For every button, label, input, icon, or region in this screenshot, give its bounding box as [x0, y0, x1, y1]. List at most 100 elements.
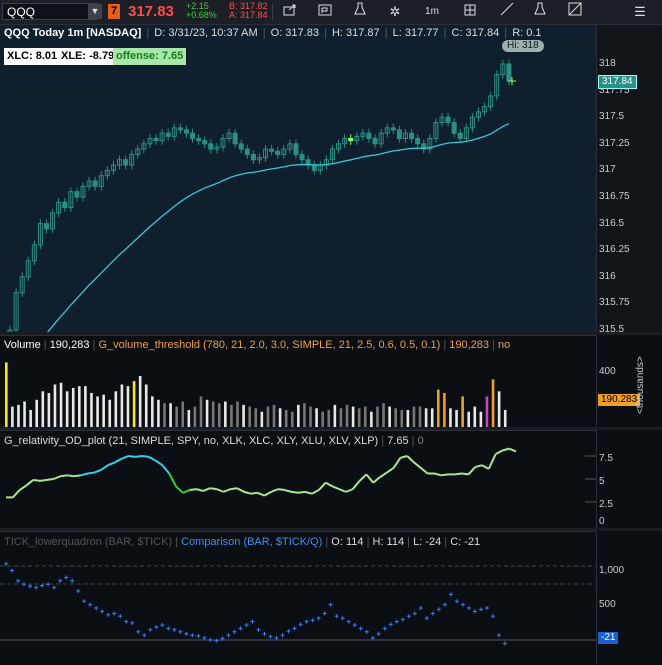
volume-bar	[217, 403, 221, 427]
candle-body	[366, 132, 372, 139]
volume-bar	[351, 406, 355, 427]
candle-body	[190, 132, 196, 139]
volume-bar	[17, 404, 20, 427]
relativity-segment	[311, 489, 320, 495]
candle-body	[348, 137, 354, 142]
volume-bar	[370, 411, 373, 427]
candle-body	[208, 143, 214, 150]
menu-icon[interactable]: ☰	[630, 2, 650, 22]
candle-body	[123, 159, 129, 166]
relativity-segment	[189, 488, 197, 492]
candle-body	[457, 132, 463, 139]
candle-body	[390, 127, 396, 131]
volume-axis[interactable]: 400 190.283 <thousands>	[596, 335, 662, 427]
price-axis[interactable]: 318 317.75 317.5 317.25 317 316.75 316.5 316.25…	[596, 25, 662, 335]
relativity-segment	[209, 487, 217, 491]
relativity-segment	[325, 481, 333, 488]
relativity-segment	[168, 473, 177, 487]
relativity-segment	[236, 487, 245, 493]
relativity-segment	[87, 471, 95, 475]
volume-bar	[11, 406, 14, 427]
relativity-segment	[467, 466, 476, 476]
volume-bar	[479, 411, 483, 427]
relativity-segment	[155, 459, 163, 467]
candle-body	[250, 153, 256, 161]
interval-button[interactable]: 1m	[420, 2, 444, 22]
tick-current-tag: -21	[598, 632, 619, 644]
relativity-segment	[413, 461, 422, 469]
volume-bar	[71, 387, 75, 427]
chevron-down-icon[interactable]: ▼	[88, 4, 102, 19]
price-axis-label: 317	[599, 164, 616, 176]
relativity-segment	[338, 488, 347, 493]
relativity-segment	[392, 457, 402, 469]
relativity-segment	[454, 472, 462, 476]
share-icon[interactable]	[280, 2, 300, 22]
relativity-pane[interactable]: G_relativity_OD_plot (21, SIMPLE, SPY, n…	[0, 430, 596, 529]
volume-bar	[388, 406, 391, 427]
price-axis-label: 316.25	[599, 244, 630, 256]
volume-bar	[303, 403, 306, 427]
volume-bar	[449, 408, 452, 427]
flask-icon[interactable]	[350, 2, 370, 22]
relativity-axis[interactable]: 7.5 5 2.5 0	[596, 430, 662, 528]
relativity-segment	[121, 455, 129, 460]
volume-bar	[278, 408, 282, 427]
candle-body	[177, 127, 183, 131]
volume-bar	[406, 410, 410, 427]
relativity-segment	[135, 455, 143, 458]
volume-bar	[382, 403, 385, 427]
symbol-input[interactable]: QQQ	[2, 3, 98, 20]
volume-bar	[376, 406, 379, 427]
pct-change-value: +0.68%	[186, 10, 217, 20]
relativity-segment	[474, 464, 483, 469]
relativity-axis-label-5: 5	[599, 476, 605, 487]
volume-axis-label: 400	[599, 366, 616, 377]
volume-bar	[144, 384, 148, 427]
relativity-segment	[277, 488, 285, 492]
volume-bar	[187, 410, 191, 427]
volume-bar	[400, 410, 404, 427]
flag-icon[interactable]	[315, 2, 335, 22]
relativity-segment	[196, 488, 204, 492]
tick-pane[interactable]: TICK_lowerquadron (BAR, $TICK) | Compari…	[0, 531, 596, 665]
volume-bar	[272, 404, 276, 427]
volume-bar	[254, 408, 258, 427]
relativity-segment	[365, 473, 374, 484]
candle-body	[244, 148, 250, 155]
candle-body	[275, 150, 281, 155]
alert-badge[interactable]: 7	[108, 4, 120, 19]
volume-bar	[345, 404, 349, 427]
relativity-segment	[461, 472, 469, 476]
price-chart-pane[interactable]: QQQ Today 1m [NASDAQ] | D: 3/31/23, 10:3…	[0, 25, 596, 332]
net-change: +2.15 +0.68%	[186, 2, 217, 20]
grid-icon[interactable]	[460, 2, 480, 22]
studies-icon[interactable]	[530, 2, 550, 22]
volume-bar	[363, 406, 367, 427]
draw-line-icon[interactable]	[497, 2, 517, 22]
tick-axis-label-1000: 1,000	[599, 565, 625, 576]
candle-body	[238, 143, 244, 150]
relativity-segment	[230, 487, 238, 491]
gear-icon[interactable]: ✲	[385, 2, 405, 22]
tick-bars	[0, 561, 596, 646]
volume-bar	[309, 406, 312, 427]
volume-bar	[497, 391, 501, 427]
relativity-segment	[161, 464, 170, 475]
relativity-segment	[107, 461, 116, 467]
volume-bar	[430, 408, 434, 427]
volume-bar	[120, 384, 124, 427]
volume-pane[interactable]: Volume | 190,283 | G_volume_threshold (7…	[0, 335, 596, 428]
candle-body	[396, 129, 402, 139]
relativity-segment	[372, 476, 381, 484]
drawing-tools-icon[interactable]	[565, 2, 585, 22]
volume-bar	[503, 410, 507, 427]
volume-bar	[199, 396, 203, 427]
volume-bar	[126, 386, 130, 427]
tick-axis[interactable]: 1,000 500 -21	[596, 531, 662, 664]
relativity-segment	[80, 472, 88, 477]
relativity-segment	[46, 478, 54, 481]
volume-bar	[394, 408, 397, 427]
candle-body	[506, 63, 512, 82]
price-axis-label: 317.5	[599, 111, 625, 123]
